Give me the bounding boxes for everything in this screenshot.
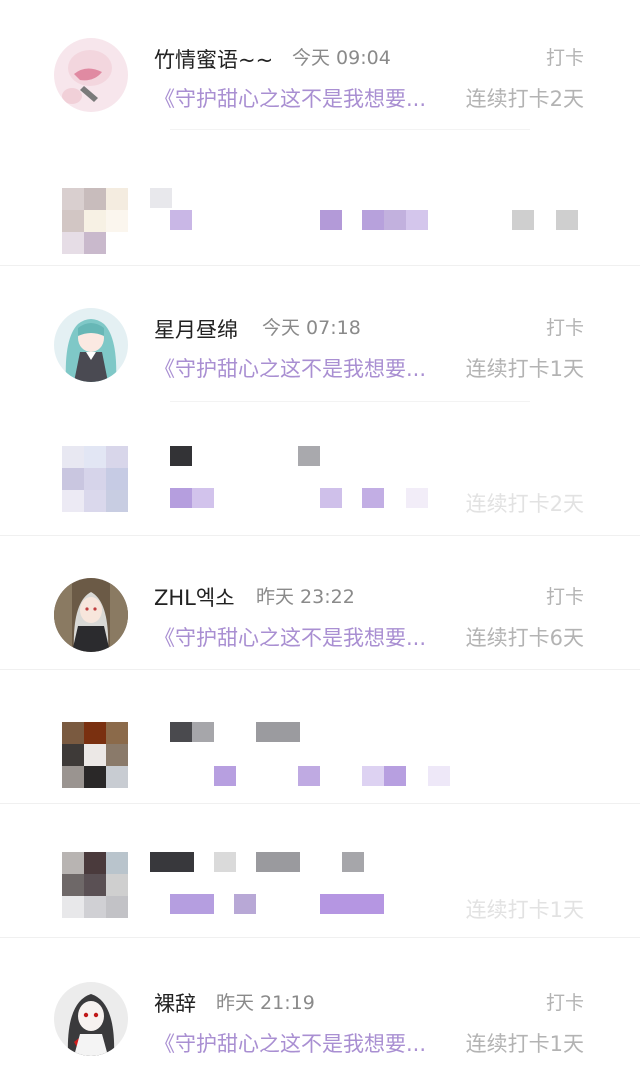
avatar[interactable] bbox=[62, 446, 128, 512]
timestamp: 昨天 21:19 bbox=[216, 992, 315, 1014]
list-item[interactable]: ZHL엑소 昨天 23:22 打卡 《守护甜心之这不是我想要... 连续打卡6天 bbox=[0, 536, 640, 670]
streak-text: 连续打卡2天 bbox=[465, 87, 584, 111]
checkin-tag: 打卡 bbox=[545, 47, 584, 69]
blurred-preview bbox=[170, 488, 192, 508]
avatar[interactable] bbox=[54, 308, 128, 382]
avatar[interactable] bbox=[54, 982, 128, 1056]
blurred-name bbox=[170, 722, 192, 742]
blurred-streak-text: 连续打卡2天 bbox=[465, 492, 584, 516]
avatar-image bbox=[54, 308, 128, 382]
post-preview[interactable]: 《守护甜心之这不是我想要... bbox=[154, 622, 426, 652]
streak-text: 连续打卡1天 bbox=[465, 1032, 584, 1056]
blurred-name bbox=[170, 446, 192, 466]
username[interactable]: ZHL엑소 bbox=[154, 582, 235, 612]
avatar-image bbox=[54, 982, 128, 1056]
list-item[interactable]: 裸辞 昨天 21:19 打卡 《守护甜心之这不是我想要... 连续打卡1天 bbox=[0, 938, 640, 1071]
post-preview[interactable]: 《守护甜心之这不是我想要... bbox=[154, 1028, 426, 1058]
blurred-preview bbox=[170, 894, 214, 914]
post-preview[interactable]: 《守护甜心之这不是我想要... bbox=[154, 83, 426, 113]
avatar[interactable] bbox=[62, 852, 128, 918]
avatar-image bbox=[54, 38, 128, 112]
list-item-blurred[interactable]: 连续打卡2天 bbox=[0, 402, 640, 536]
list-item-blurred[interactable] bbox=[0, 130, 640, 266]
blurred-name bbox=[150, 188, 172, 208]
avatar[interactable] bbox=[62, 722, 128, 788]
streak-text: 连续打卡1天 bbox=[465, 357, 584, 381]
post-preview[interactable]: 《守护甜心之这不是我想要... bbox=[154, 353, 426, 383]
blurred-streak-text: 连续打卡1天 bbox=[465, 898, 584, 922]
checkin-tag: 打卡 bbox=[545, 992, 584, 1014]
avatar-image bbox=[54, 578, 128, 652]
timestamp: 昨天 23:22 bbox=[256, 586, 355, 608]
timestamp: 今天 07:18 bbox=[262, 317, 361, 339]
username[interactable]: 星月昼绵 bbox=[154, 314, 238, 344]
timestamp: 今天 09:04 bbox=[292, 47, 391, 69]
list-item-blurred[interactable] bbox=[0, 670, 640, 804]
blurred-preview bbox=[214, 766, 236, 786]
list-item[interactable]: 竹情蜜语~~ 今天 09:04 打卡 《守护甜心之这不是我想要... 连续打卡2… bbox=[0, 0, 640, 130]
username[interactable]: 竹情蜜语~~ bbox=[154, 44, 273, 74]
list-item[interactable]: 星月昼绵 今天 07:18 打卡 《守护甜心之这不是我想要... 连续打卡1天 bbox=[0, 266, 640, 402]
checkin-tag: 打卡 bbox=[545, 317, 584, 339]
username[interactable]: 裸辞 bbox=[154, 988, 196, 1018]
list-item-blurred[interactable]: 连续打卡1天 bbox=[0, 804, 640, 938]
streak-text: 连续打卡6天 bbox=[465, 626, 584, 650]
blurred-name bbox=[150, 852, 194, 872]
avatar[interactable] bbox=[62, 188, 128, 254]
avatar[interactable] bbox=[54, 38, 128, 112]
blurred-preview bbox=[170, 210, 192, 230]
avatar[interactable] bbox=[54, 578, 128, 652]
checkin-tag: 打卡 bbox=[545, 586, 584, 608]
